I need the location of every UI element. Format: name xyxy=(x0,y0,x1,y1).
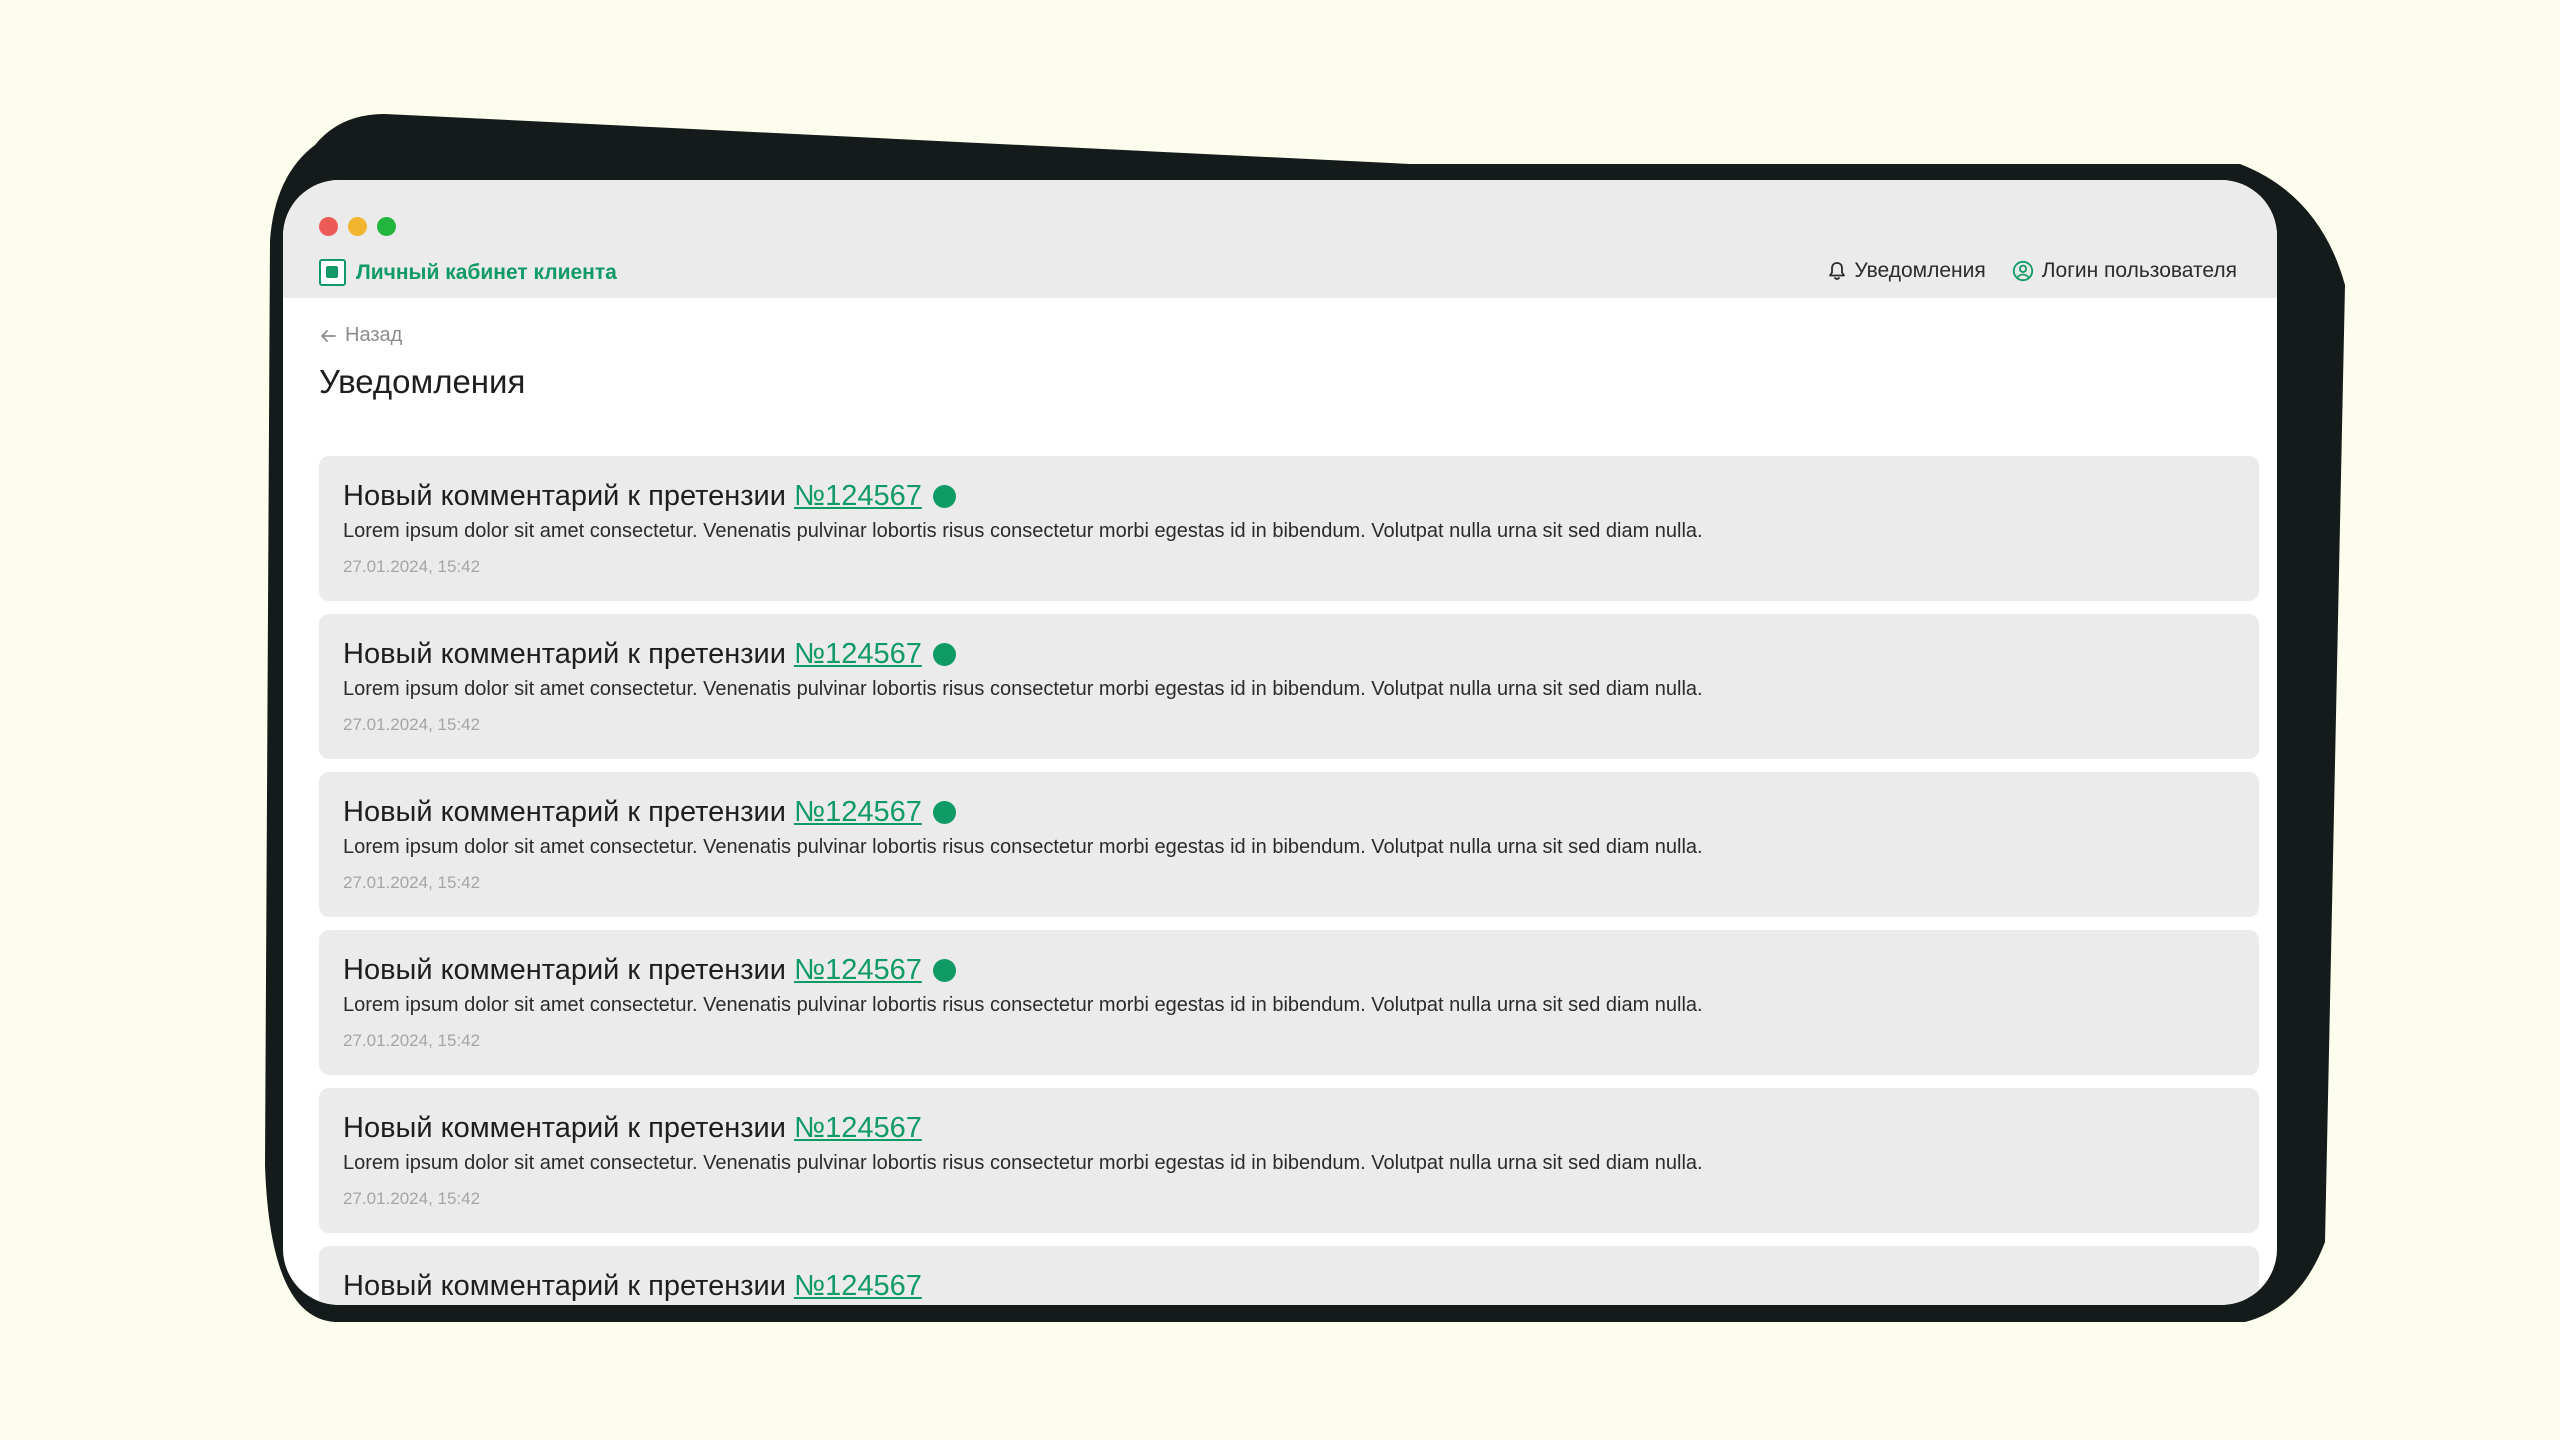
notification-title-row: Новый комментарий к претензии №124567 xyxy=(343,952,2235,988)
notification-title: Новый комментарий к претензии xyxy=(343,1269,786,1302)
claim-link[interactable]: №124567 xyxy=(794,796,922,829)
notification-title-row: Новый комментарий к претензии №124567 xyxy=(343,636,2235,672)
minimize-window-dot[interactable] xyxy=(348,217,367,236)
claim-link[interactable]: №124567 xyxy=(794,480,922,513)
notification-time: 27.01.2024, 15:42 xyxy=(343,557,481,576)
arrow-left-icon xyxy=(321,329,336,342)
claim-link[interactable]: №124567 xyxy=(794,954,922,987)
notification-title-row: Новый комментарий к претензии №124567 xyxy=(343,1110,2235,1146)
maximize-window-dot[interactable] xyxy=(377,217,396,236)
back-label: Назад xyxy=(345,324,403,346)
notification-card[interactable]: Новый комментарий к претензии №124567 xyxy=(319,1246,2259,1305)
notification-body: Lorem ipsum dolor sit amet consectetur. … xyxy=(343,678,1703,700)
top-nav: Уведомления Логин пользователя xyxy=(1828,259,2237,283)
notification-title: Новый комментарий к претензии xyxy=(343,953,786,986)
notification-time: 27.01.2024, 15:42 xyxy=(343,1031,481,1050)
notification-title: Новый комментарий к претензии xyxy=(343,479,786,512)
notification-title-row: Новый комментарий к претензии №124567 xyxy=(343,1268,2235,1304)
notification-title-row: Новый комментарий к претензии №124567 xyxy=(343,794,2235,830)
notification-title: Новый комментарий к претензии xyxy=(343,637,786,670)
back-link[interactable]: Назад xyxy=(319,324,402,347)
unread-indicator xyxy=(932,800,956,824)
notification-time: 27.01.2024, 15:42 xyxy=(343,715,481,734)
header-bar: Личный кабинет клиента Уведомления Логин… xyxy=(283,180,2277,298)
brand-title: Личный кабинет клиента xyxy=(356,260,617,284)
user-login-link[interactable]: Логин пользователя xyxy=(2012,259,2237,283)
notifications-list: Новый комментарий к претензии №124567 Lo… xyxy=(319,456,2259,1305)
brand[interactable]: Личный кабинет клиента xyxy=(319,259,617,286)
notification-card[interactable]: Новый комментарий к претензии №124567 Lo… xyxy=(319,614,2259,759)
brand-logo-icon xyxy=(319,259,346,286)
app-window: Личный кабинет клиента Уведомления Логин… xyxy=(283,180,2277,1305)
notifications-link[interactable]: Уведомления xyxy=(1828,259,1986,283)
claim-link[interactable]: №124567 xyxy=(794,1112,922,1145)
close-window-dot[interactable] xyxy=(319,217,338,236)
notification-body: Lorem ipsum dolor sit amet consectetur. … xyxy=(343,1152,1703,1174)
notification-time: 27.01.2024, 15:42 xyxy=(343,873,481,892)
claim-link[interactable]: №124567 xyxy=(794,1270,922,1303)
user-circle-icon xyxy=(2012,260,2033,282)
notification-body: Lorem ipsum dolor sit amet consectetur. … xyxy=(343,836,1703,858)
window-controls xyxy=(319,217,396,236)
notification-title: Новый комментарий к претензии xyxy=(343,795,786,828)
notification-card[interactable]: Новый комментарий к претензии №124567 Lo… xyxy=(319,456,2259,601)
bell-icon xyxy=(1829,262,1846,280)
notification-body: Lorem ipsum dolor sit amet consectetur. … xyxy=(343,520,1703,542)
notification-body: Lorem ipsum dolor sit amet consectetur. … xyxy=(343,994,1703,1016)
unread-indicator xyxy=(932,958,956,982)
notification-card[interactable]: Новый комментарий к претензии №124567 Lo… xyxy=(319,1088,2259,1233)
unread-indicator xyxy=(932,484,956,508)
notification-time: 27.01.2024, 15:42 xyxy=(343,1189,481,1208)
notifications-label: Уведомления xyxy=(1854,259,1986,282)
user-login-label: Логин пользователя xyxy=(2041,259,2237,282)
notification-card[interactable]: Новый комментарий к претензии №124567 Lo… xyxy=(319,930,2259,1075)
notification-title-row: Новый комментарий к претензии №124567 xyxy=(343,478,2235,514)
claim-link[interactable]: №124567 xyxy=(794,638,922,671)
notification-card[interactable]: Новый комментарий к претензии №124567 Lo… xyxy=(319,772,2259,917)
notification-title: Новый комментарий к претензии xyxy=(343,1111,786,1144)
unread-indicator xyxy=(932,642,956,666)
page-title: Уведомления xyxy=(319,363,526,400)
